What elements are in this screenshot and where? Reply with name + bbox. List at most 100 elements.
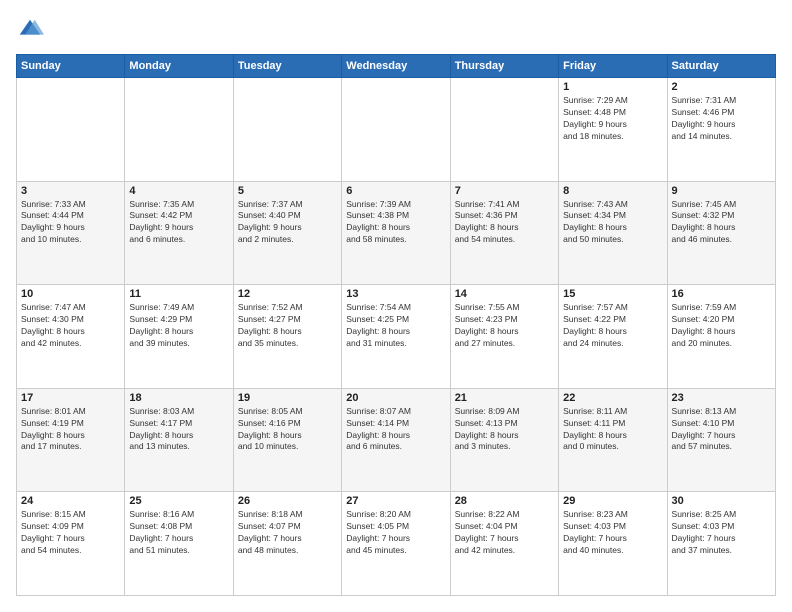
calendar-cell: 11 Sunrise: 7:49 AM Sunset: 4:29 PM Dayli… [125, 285, 233, 389]
calendar-cell: 26 Sunrise: 8:18 AM Sunset: 4:07 PM Dayli… [233, 492, 341, 596]
calendar-cell [342, 78, 450, 182]
weekday-header: Monday [125, 55, 233, 78]
day-info: Sunrise: 8:22 AM Sunset: 4:04 PM Dayligh… [455, 509, 554, 557]
day-info: Sunrise: 7:45 AM Sunset: 4:32 PM Dayligh… [672, 199, 771, 247]
calendar-cell [233, 78, 341, 182]
day-info: Sunrise: 7:33 AM Sunset: 4:44 PM Dayligh… [21, 199, 120, 247]
day-info: Sunrise: 8:15 AM Sunset: 4:09 PM Dayligh… [21, 509, 120, 557]
calendar-cell: 25 Sunrise: 8:16 AM Sunset: 4:08 PM Dayli… [125, 492, 233, 596]
calendar-cell [450, 78, 558, 182]
calendar-week-row: 3 Sunrise: 7:33 AM Sunset: 4:44 PM Daylig… [17, 181, 776, 285]
day-number: 8 [563, 185, 662, 197]
calendar-week-row: 1 Sunrise: 7:29 AM Sunset: 4:48 PM Daylig… [17, 78, 776, 182]
calendar-cell: 5 Sunrise: 7:37 AM Sunset: 4:40 PM Daylig… [233, 181, 341, 285]
day-info: Sunrise: 8:13 AM Sunset: 4:10 PM Dayligh… [672, 406, 771, 454]
day-info: Sunrise: 7:52 AM Sunset: 4:27 PM Dayligh… [238, 302, 337, 350]
day-number: 7 [455, 185, 554, 197]
day-number: 15 [563, 288, 662, 300]
day-number: 5 [238, 185, 337, 197]
day-info: Sunrise: 7:37 AM Sunset: 4:40 PM Dayligh… [238, 199, 337, 247]
day-number: 29 [563, 495, 662, 507]
calendar-cell: 9 Sunrise: 7:45 AM Sunset: 4:32 PM Daylig… [667, 181, 775, 285]
day-number: 12 [238, 288, 337, 300]
calendar-cell: 17 Sunrise: 8:01 AM Sunset: 4:19 PM Dayli… [17, 388, 125, 492]
calendar-cell: 30 Sunrise: 8:25 AM Sunset: 4:03 PM Dayli… [667, 492, 775, 596]
day-info: Sunrise: 7:55 AM Sunset: 4:23 PM Dayligh… [455, 302, 554, 350]
day-number: 21 [455, 392, 554, 404]
calendar-cell: 22 Sunrise: 8:11 AM Sunset: 4:11 PM Dayli… [559, 388, 667, 492]
calendar-cell [125, 78, 233, 182]
day-info: Sunrise: 8:01 AM Sunset: 4:19 PM Dayligh… [21, 406, 120, 454]
calendar-cell: 13 Sunrise: 7:54 AM Sunset: 4:25 PM Dayli… [342, 285, 450, 389]
calendar: SundayMondayTuesdayWednesdayThursdayFrid… [16, 54, 776, 596]
calendar-cell: 10Sunrise: 7:47 AM Sunset: 4:30 PM Dayli… [17, 285, 125, 389]
weekday-header-row: SundayMondayTuesdayWednesdayThursdayFrid… [17, 55, 776, 78]
day-number: 28 [455, 495, 554, 507]
day-number: 6 [346, 185, 445, 197]
day-info: Sunrise: 8:16 AM Sunset: 4:08 PM Dayligh… [129, 509, 228, 557]
day-info: Sunrise: 8:25 AM Sunset: 4:03 PM Dayligh… [672, 509, 771, 557]
calendar-cell: 16 Sunrise: 7:59 AM Sunset: 4:20 PM Dayli… [667, 285, 775, 389]
day-info: Sunrise: 7:54 AM Sunset: 4:25 PM Dayligh… [346, 302, 445, 350]
page: SundayMondayTuesdayWednesdayThursdayFrid… [0, 0, 792, 612]
day-number: 10 [21, 288, 120, 300]
day-info: Sunrise: 8:11 AM Sunset: 4:11 PM Dayligh… [563, 406, 662, 454]
day-number: 23 [672, 392, 771, 404]
day-number: 4 [129, 185, 228, 197]
calendar-cell: 12 Sunrise: 7:52 AM Sunset: 4:27 PM Dayli… [233, 285, 341, 389]
calendar-cell: 6 Sunrise: 7:39 AM Sunset: 4:38 PM Daylig… [342, 181, 450, 285]
day-number: 16 [672, 288, 771, 300]
calendar-cell: 23 Sunrise: 8:13 AM Sunset: 4:10 PM Dayli… [667, 388, 775, 492]
day-number: 1 [563, 81, 662, 93]
calendar-cell: 24Sunrise: 8:15 AM Sunset: 4:09 PM Dayli… [17, 492, 125, 596]
header [16, 16, 776, 44]
calendar-cell: 7Sunrise: 7:41 AM Sunset: 4:36 PM Daylig… [450, 181, 558, 285]
day-number: 27 [346, 495, 445, 507]
weekday-header: Saturday [667, 55, 775, 78]
day-number: 11 [129, 288, 228, 300]
day-number: 25 [129, 495, 228, 507]
calendar-cell [17, 78, 125, 182]
calendar-cell: 14 Sunrise: 7:55 AM Sunset: 4:23 PM Dayli… [450, 285, 558, 389]
day-number: 9 [672, 185, 771, 197]
day-info: Sunrise: 7:57 AM Sunset: 4:22 PM Dayligh… [563, 302, 662, 350]
day-number: 20 [346, 392, 445, 404]
day-info: Sunrise: 8:18 AM Sunset: 4:07 PM Dayligh… [238, 509, 337, 557]
day-info: Sunrise: 7:49 AM Sunset: 4:29 PM Dayligh… [129, 302, 228, 350]
day-number: 18 [129, 392, 228, 404]
day-info: Sunrise: 7:31 AM Sunset: 4:46 PM Dayligh… [672, 95, 771, 143]
day-number: 30 [672, 495, 771, 507]
day-info: Sunrise: 8:23 AM Sunset: 4:03 PM Dayligh… [563, 509, 662, 557]
calendar-cell: 15 Sunrise: 7:57 AM Sunset: 4:22 PM Dayli… [559, 285, 667, 389]
day-number: 22 [563, 392, 662, 404]
calendar-week-row: 17 Sunrise: 8:01 AM Sunset: 4:19 PM Dayli… [17, 388, 776, 492]
calendar-cell: 3 Sunrise: 7:33 AM Sunset: 4:44 PM Daylig… [17, 181, 125, 285]
day-info: Sunrise: 8:07 AM Sunset: 4:14 PM Dayligh… [346, 406, 445, 454]
day-number: 26 [238, 495, 337, 507]
day-info: Sunrise: 7:59 AM Sunset: 4:20 PM Dayligh… [672, 302, 771, 350]
day-info: Sunrise: 7:35 AM Sunset: 4:42 PM Dayligh… [129, 199, 228, 247]
weekday-header: Wednesday [342, 55, 450, 78]
weekday-header: Thursday [450, 55, 558, 78]
day-number: 13 [346, 288, 445, 300]
day-info: Sunrise: 8:05 AM Sunset: 4:16 PM Dayligh… [238, 406, 337, 454]
calendar-cell: 29 Sunrise: 8:23 AM Sunset: 4:03 PM Dayli… [559, 492, 667, 596]
day-number: 3 [21, 185, 120, 197]
weekday-header: Friday [559, 55, 667, 78]
calendar-week-row: 10Sunrise: 7:47 AM Sunset: 4:30 PM Dayli… [17, 285, 776, 389]
day-info: Sunrise: 8:20 AM Sunset: 4:05 PM Dayligh… [346, 509, 445, 557]
day-info: Sunrise: 7:29 AM Sunset: 4:48 PM Dayligh… [563, 95, 662, 143]
calendar-cell: 18Sunrise: 8:03 AM Sunset: 4:17 PM Dayli… [125, 388, 233, 492]
day-number: 14 [455, 288, 554, 300]
day-number: 17 [21, 392, 120, 404]
calendar-cell: 21Sunrise: 8:09 AM Sunset: 4:13 PM Dayli… [450, 388, 558, 492]
calendar-cell: 27 Sunrise: 8:20 AM Sunset: 4:05 PM Dayli… [342, 492, 450, 596]
day-number: 19 [238, 392, 337, 404]
calendar-cell: 1 Sunrise: 7:29 AM Sunset: 4:48 PM Daylig… [559, 78, 667, 182]
day-info: Sunrise: 7:43 AM Sunset: 4:34 PM Dayligh… [563, 199, 662, 247]
logo [16, 16, 48, 44]
calendar-cell: 19 Sunrise: 8:05 AM Sunset: 4:16 PM Dayli… [233, 388, 341, 492]
calendar-cell: 20 Sunrise: 8:07 AM Sunset: 4:14 PM Dayli… [342, 388, 450, 492]
day-info: Sunrise: 7:39 AM Sunset: 4:38 PM Dayligh… [346, 199, 445, 247]
calendar-week-row: 24Sunrise: 8:15 AM Sunset: 4:09 PM Dayli… [17, 492, 776, 596]
